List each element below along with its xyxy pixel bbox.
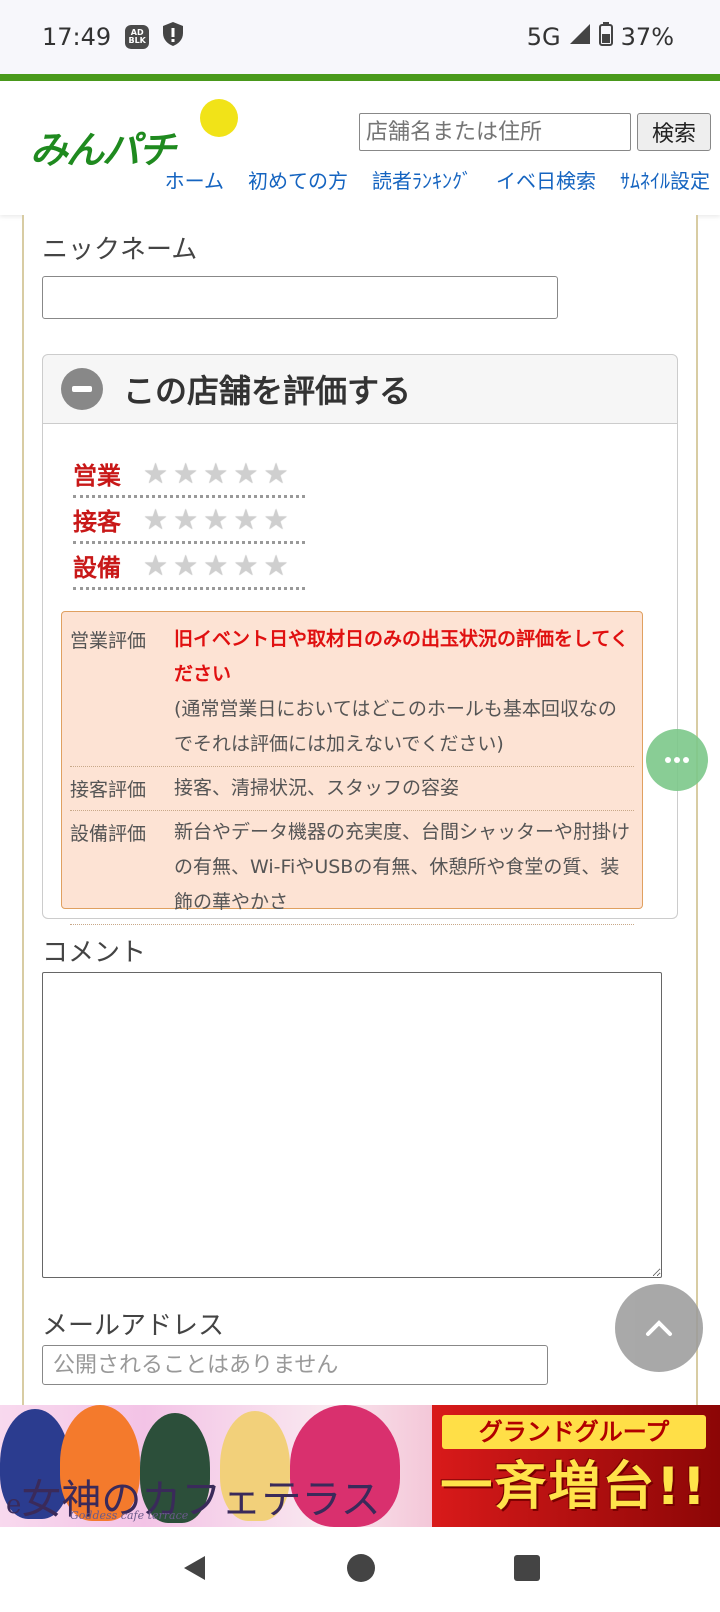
star-icon[interactable]: ★: [143, 505, 168, 534]
star-icon[interactable]: ★: [173, 551, 198, 580]
system-nav-bar: [0, 1527, 720, 1612]
star-icon[interactable]: ★: [173, 505, 198, 534]
rating-label: 営業: [73, 462, 121, 490]
ad-left-subtitle: Goddess cafe terrace: [70, 1509, 189, 1522]
site-header: みんパチ 検索 ホーム 初めての方 読者ﾗﾝｷﾝｸﾞ イベ日検索 ｻﾑﾈｲﾙ設定: [0, 81, 720, 215]
ad-right-main: 一斉増台!!: [440, 1457, 708, 1517]
search-input[interactable]: [359, 113, 631, 151]
ad-right-panel: グランドグループ 一斉増台!!: [438, 1411, 710, 1521]
battery-label: 37%: [620, 23, 674, 51]
nav-home[interactable]: ホーム: [165, 165, 224, 194]
star-icon[interactable]: ★: [263, 505, 288, 534]
star-icon[interactable]: ★: [203, 505, 228, 534]
ad-blocker-icon: AD BLK: [125, 25, 150, 49]
guide-key: 営業評価: [70, 630, 147, 652]
nickname-field[interactable]: [42, 276, 558, 319]
guide-highlight: 旧イベント日や取材日のみの出玉状況の評価をしてください: [174, 628, 629, 685]
brand-divider: [0, 74, 720, 81]
email-label: メールアドレス: [42, 1311, 225, 1341]
guide-note: (通常営業日においてはどこのホールも基本回収なのでそれは評価には加えないでくださ…: [174, 698, 617, 755]
logo-sun-icon: [200, 99, 238, 137]
rating-section-body: 営業 ★ ★ ★ ★ ★ 接客 ★ ★ ★ ★ ★ 設備 ★ ★ ★ ★ ★ 営業評価 旧イベント日や取…: [42, 424, 678, 925]
rating-guide: 営業評価 旧イベント日や取材日のみの出玉状況の評価をしてください (通常営業日に…: [61, 611, 643, 925]
battery-icon: [598, 22, 613, 52]
star-icon[interactable]: ★: [143, 551, 168, 580]
nav-event-search[interactable]: イベ日検索: [496, 165, 596, 194]
site-logo[interactable]: みんパチ: [30, 99, 240, 172]
recents-icon[interactable]: [513, 1554, 541, 1586]
email-field[interactable]: 公開されることはありません: [42, 1345, 548, 1385]
rating-row-setsubi: 設備 ★ ★ ★ ★ ★: [73, 544, 305, 590]
guide-row-setsubi: 設備評価 新台やデータ機器の充実度、台間シャッターや肘掛けの有無、Wi-FiやU…: [70, 811, 634, 925]
guide-value: 旧イベント日や取材日のみの出玉状況の評価をしてください (通常営業日においてはど…: [174, 622, 634, 762]
ad-left-prefix: e: [6, 1490, 22, 1520]
star-icon[interactable]: ★: [233, 551, 258, 580]
rating-row-eigyo: 営業 ★ ★ ★ ★ ★: [73, 452, 305, 498]
rating-row-sekkyaku: 接客 ★ ★ ★ ★ ★: [73, 498, 305, 544]
logo-text: みんパチ: [30, 128, 176, 172]
guide-row-sekkyaku: 接客評価 接客、清掃状況、スタッフの容姿: [70, 767, 634, 811]
nav-beginners[interactable]: 初めての方: [248, 165, 348, 194]
review-form: ニックネーム この店舗を評価する 営業 ★ ★ ★ ★ ★ 接客 ★ ★ ★ ★ ★ 設備 ★ ★…: [22, 215, 698, 1405]
rating-label: 設備: [73, 554, 121, 582]
status-bar: 17:49 AD BLK 5G 37%: [0, 0, 720, 74]
network-label: 5G: [526, 23, 561, 51]
rating-section-header[interactable]: この店舗を評価する: [42, 354, 678, 424]
star-icon[interactable]: ★: [233, 459, 258, 488]
rating-label: 接客: [73, 508, 121, 536]
star-icon[interactable]: ★: [263, 459, 288, 488]
shield-icon: [161, 21, 185, 53]
chevron-up-icon: [646, 1320, 672, 1336]
guide-key: 接客評価: [70, 779, 147, 801]
rating-section-title: この店舗を評価する: [123, 372, 412, 410]
more-options-button[interactable]: [646, 729, 708, 791]
scroll-to-top-button[interactable]: [615, 1284, 703, 1372]
nav-thumbnail-settings[interactable]: ｻﾑﾈｲﾙ設定: [620, 165, 710, 194]
ad-banner[interactable]: e女神のカフェテラス Goddess cafe terrace グランドグループ…: [0, 1405, 720, 1527]
comment-field[interactable]: [42, 972, 662, 1278]
guide-value: 接客、清掃状況、スタッフの容姿: [174, 777, 460, 799]
ad-right-top: グランドグループ: [442, 1415, 706, 1449]
star-icon[interactable]: ★: [143, 459, 168, 488]
guide-row-eigyo: 営業評価 旧イベント日や取材日のみの出玉状況の評価をしてください (通常営業日に…: [70, 618, 634, 767]
star-icon[interactable]: ★: [203, 551, 228, 580]
guide-key: 設備評価: [70, 823, 147, 845]
star-icon[interactable]: ★: [173, 459, 198, 488]
star-rating[interactable]: ★ ★ ★ ★ ★: [143, 551, 289, 580]
signal-icon: [569, 23, 591, 51]
star-rating[interactable]: ★ ★ ★ ★ ★: [143, 459, 289, 488]
collapse-icon: [61, 368, 103, 410]
more-icon: [665, 757, 689, 763]
main-nav: ホーム 初めての方 読者ﾗﾝｷﾝｸﾞ イベ日検索 ｻﾑﾈｲﾙ設定: [165, 165, 710, 194]
star-icon[interactable]: ★: [233, 505, 258, 534]
comment-label: コメント: [42, 938, 147, 968]
search-button[interactable]: 検索: [637, 113, 711, 151]
email-placeholder: 公開されることはありません: [53, 1353, 339, 1378]
nav-reader-ranking[interactable]: 読者ﾗﾝｷﾝｸﾞ: [372, 165, 472, 194]
back-icon[interactable]: [179, 1553, 209, 1587]
nickname-label: ニックネーム: [42, 235, 198, 265]
home-icon[interactable]: [346, 1553, 376, 1587]
clock: 17:49: [42, 23, 112, 51]
guide-value: 新台やデータ機器の充実度、台間シャッターや肘掛けの有無、Wi-FiやUSBの有無…: [174, 821, 631, 913]
star-icon[interactable]: ★: [203, 459, 228, 488]
star-rating[interactable]: ★ ★ ★ ★ ★: [143, 505, 289, 534]
star-icon[interactable]: ★: [263, 551, 288, 580]
ad-left-title: e女神のカフェテラス: [6, 1467, 381, 1525]
